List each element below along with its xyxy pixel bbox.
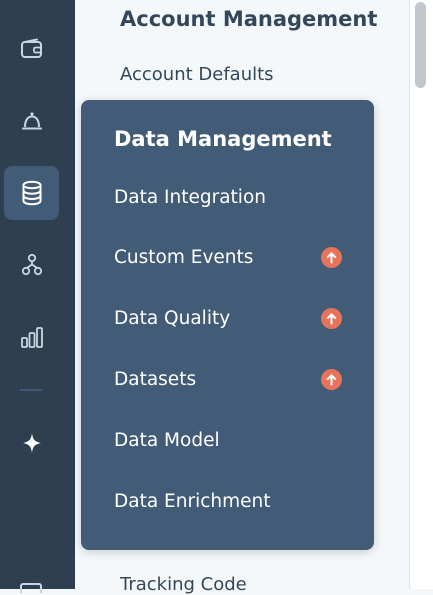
rail-item-ai[interactable] xyxy=(4,416,59,470)
sparkle-icon xyxy=(22,433,41,453)
menu-item-account-defaults[interactable]: Account Defaults xyxy=(120,64,274,85)
rail-item-hierarchy[interactable] xyxy=(4,238,59,292)
flyout-item-label: Data Enrichment xyxy=(114,490,271,512)
wallet-icon xyxy=(20,38,42,58)
scrollbar-thumb[interactable] xyxy=(415,2,426,88)
rail-item-notifications[interactable] xyxy=(4,95,59,149)
flyout-item-data-enrichment[interactable]: Data Enrichment xyxy=(114,486,342,516)
flyout-item-label: Data Integration xyxy=(114,186,266,208)
scrollbar-track[interactable] xyxy=(409,0,433,589)
flyout-item-datasets[interactable]: Datasets xyxy=(114,364,342,394)
database-icon xyxy=(22,180,41,206)
flyout-item-label: Custom Events xyxy=(114,246,254,268)
upgrade-arrow-icon xyxy=(321,368,342,390)
upgrade-arrow-icon xyxy=(321,307,342,329)
nav-rail xyxy=(0,0,75,593)
rail-item-wallet[interactable] xyxy=(4,22,59,76)
rail-more-icon[interactable] xyxy=(20,583,42,593)
flyout-item-label: Data Quality xyxy=(114,307,231,329)
flyout-item-data-model[interactable]: Data Model xyxy=(114,425,342,455)
flyout-item-data-integration[interactable]: Data Integration xyxy=(114,182,342,212)
bell-icon xyxy=(21,112,42,130)
bar-chart-icon xyxy=(20,327,43,348)
org-tree-icon xyxy=(21,253,42,276)
rail-item-data-management[interactable] xyxy=(4,166,59,220)
flyout-item-label: Data Model xyxy=(114,429,220,451)
flyout-item-custom-events[interactable]: Custom Events xyxy=(114,242,342,272)
section-title: Account Management xyxy=(120,7,378,31)
flyout-item-label: Datasets xyxy=(114,368,197,390)
rail-item-reports[interactable] xyxy=(4,310,59,364)
menu-item-tracking-code[interactable]: Tracking Code xyxy=(120,574,247,595)
flyout-item-data-quality[interactable]: Data Quality xyxy=(114,303,342,333)
rail-divider xyxy=(20,389,42,391)
upgrade-arrow-icon xyxy=(321,246,342,268)
flyout-title: Data Management xyxy=(114,127,332,151)
data-management-flyout: Data Management Data Integration Custom … xyxy=(81,100,374,550)
